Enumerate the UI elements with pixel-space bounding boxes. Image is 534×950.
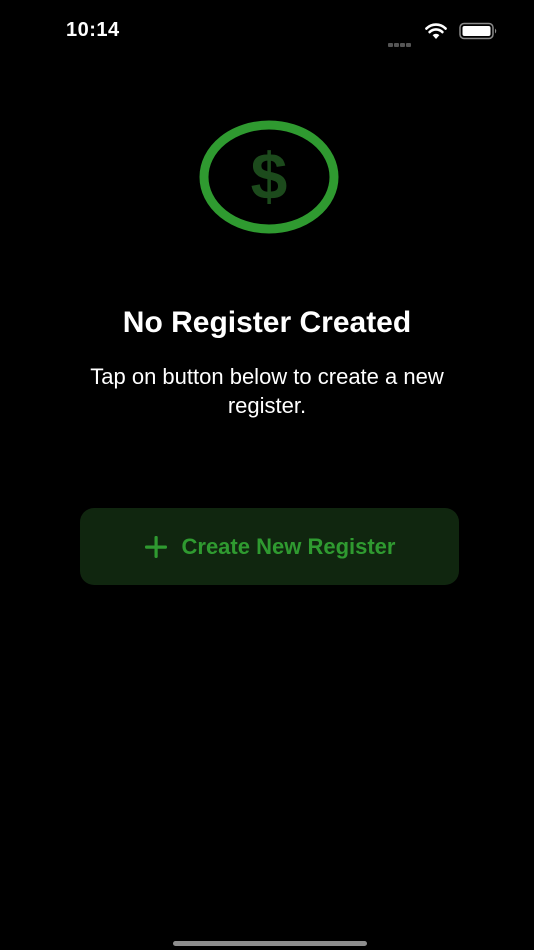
- create-new-register-label: Create New Register: [181, 533, 396, 559]
- cellular-signal-icon: [388, 34, 416, 47]
- create-new-register-button[interactable]: Create New Register: [80, 508, 459, 585]
- dollar-circle-icon: $: [199, 120, 339, 234]
- empty-state-subtitle: Tap on button below to create a new regi…: [90, 364, 444, 418]
- status-time: 10:14: [66, 19, 120, 41]
- battery-icon: [459, 22, 497, 40]
- empty-state-title: No Register Created: [122, 306, 412, 339]
- plus-icon: [144, 535, 167, 558]
- svg-text:$: $: [251, 139, 288, 213]
- status-bar: 10:14: [0, 0, 534, 60]
- wifi-icon: [425, 23, 447, 39]
- home-indicator[interactable]: [173, 941, 367, 946]
